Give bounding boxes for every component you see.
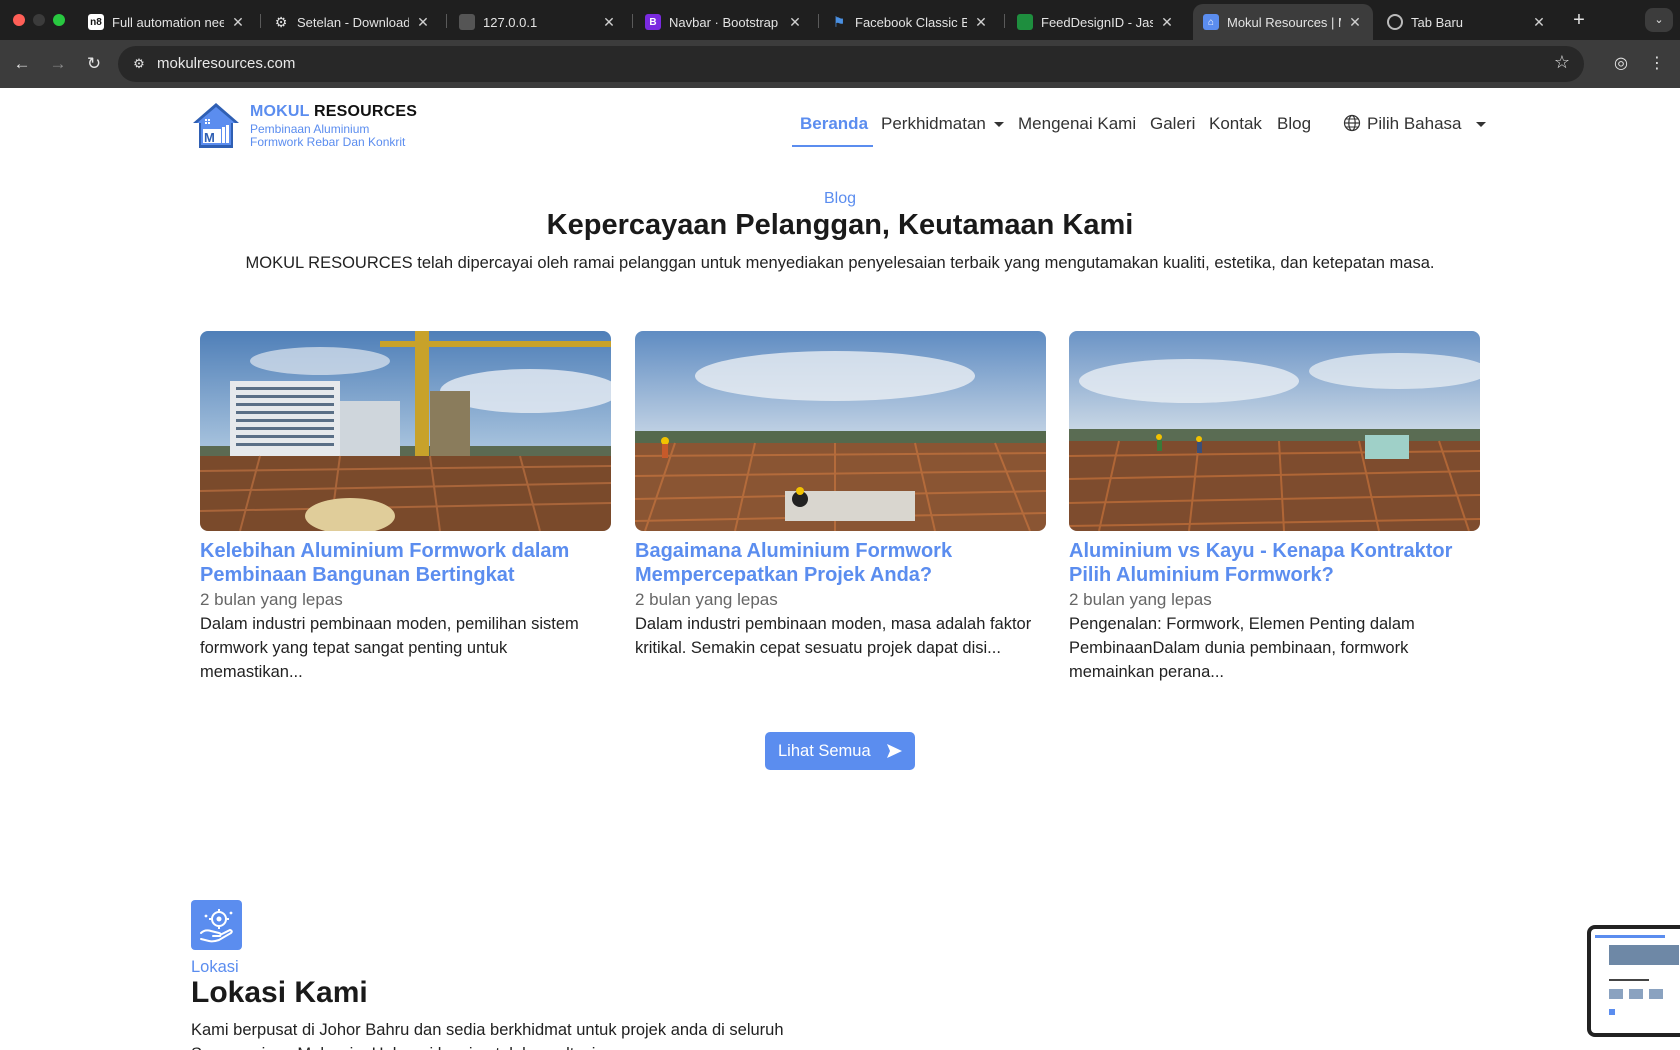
browser-toolbar: ← → ↻ ⚙ mokulresources.com ☆ ◎ ⋮ <box>0 40 1680 88</box>
browser-tab[interactable]: B Navbar · Bootstrap v ✕ <box>635 4 813 40</box>
blog-card[interactable]: Kelebihan Aluminium Formwork dalam Pembi… <box>200 331 611 684</box>
blog-card[interactable]: Bagaimana Aluminium Formwork Mempercepat… <box>635 331 1046 660</box>
blog-card-excerpt: Dalam industri pembinaan moden, pemiliha… <box>200 615 579 681</box>
browser-tab[interactable]: ⚙ Setelan - Download ✕ <box>263 4 441 40</box>
browser-tab[interactable]: n8 Full automation nee ✕ <box>78 4 256 40</box>
bookmark-star-icon[interactable]: ☆ <box>1554 52 1570 73</box>
brand-tagline-line2: Formwork Rebar Dan Konkrit <box>250 135 406 149</box>
browser-tab-active[interactable]: ⌂ Mokul Resources | M ✕ <box>1193 4 1373 40</box>
close-icon[interactable]: ✕ <box>1159 14 1175 31</box>
globe-icon <box>1343 114 1361 132</box>
nav-item-mengenai-kami[interactable]: Mengenai Kami <box>1018 114 1136 134</box>
service-hand-icon <box>191 900 242 950</box>
blog-card-date: 2 bulan yang lepas <box>1069 590 1212 609</box>
browser-tab[interactable]: Tab Baru ✕ <box>1377 4 1557 40</box>
view-all-label: Lihat Semua <box>778 741 871 760</box>
blog-card-excerpt: Pengenalan: Formwork, Elemen Penting dal… <box>1069 615 1415 681</box>
nav-item-blog[interactable]: Blog <box>1277 114 1311 134</box>
tab-title: Mokul Resources | M <box>1227 14 1341 30</box>
brand[interactable]: MOKUL RESOURCES Pembinaan Aluminium Form… <box>250 103 417 149</box>
close-icon[interactable]: ✕ <box>1531 14 1547 31</box>
address-bar[interactable]: ⚙ mokulresources.com ☆ <box>118 46 1584 82</box>
site-settings-icon[interactable]: ⚙ <box>130 55 148 73</box>
blog-card-date: 2 bulan yang lepas <box>200 590 343 609</box>
blog-card-title[interactable]: Kelebihan Aluminium Formwork dalam Pembi… <box>200 539 611 587</box>
bootstrap-icon: B <box>645 14 661 30</box>
nav-active-indicator <box>792 145 873 147</box>
blog-card-title[interactable]: Bagaimana Aluminium Formwork Mempercepat… <box>635 539 1046 587</box>
new-tab-button[interactable]: + <box>1567 8 1591 32</box>
nav-item-galeri[interactable]: Galeri <box>1150 114 1195 134</box>
blog-card-date: 2 bulan yang lepas <box>635 590 778 609</box>
brand-name-accent: MOKUL <box>250 103 310 120</box>
nav-item-perkhidmatan[interactable]: Perkhidmatan <box>881 114 1004 134</box>
tab-title: Full automation nee <box>112 14 224 30</box>
blog-card-title[interactable]: Aluminium vs Kayu - Kenapa Kontraktor Pi… <box>1069 539 1480 587</box>
brand-name-rest: RESOURCES <box>309 103 418 120</box>
mokul-logo-icon[interactable]: M <box>191 101 241 151</box>
close-icon[interactable]: ✕ <box>415 14 431 31</box>
browser-tabstrip: n8 Full automation nee ✕ ⚙ Setelan - Dow… <box>0 0 1680 40</box>
send-arrow-icon <box>887 744 902 758</box>
tab-title: 127.0.0.1 <box>483 14 538 30</box>
browser-menu-icon[interactable]: ⋮ <box>1645 52 1669 76</box>
browser-tab[interactable]: FeedDesignID - Jasa ✕ <box>1007 4 1185 40</box>
doc-icon <box>459 14 475 30</box>
close-icon[interactable]: ✕ <box>1347 14 1363 31</box>
blog-card-excerpt: Dalam industri pembinaan moden, masa ada… <box>635 615 1032 657</box>
browser-tab[interactable]: 127.0.0.1 ✕ <box>449 4 627 40</box>
language-label: Pilih Bahasa <box>1367 114 1462 133</box>
close-icon[interactable]: ✕ <box>601 14 617 31</box>
flag-icon: ⚑ <box>832 13 846 30</box>
nav-item-kontak[interactable]: Kontak <box>1209 114 1262 134</box>
language-selector[interactable]: Pilih Bahasa <box>1343 114 1486 134</box>
nav-item-label: Perkhidmatan <box>881 114 986 133</box>
view-all-button[interactable]: Lihat Semua <box>765 732 915 770</box>
window-zoom-button[interactable] <box>53 14 65 26</box>
page-preview-thumbnail[interactable] <box>1587 925 1680 1037</box>
chevron-down-icon <box>993 122 1004 128</box>
sheet-icon <box>1017 14 1033 30</box>
nav-item-beranda[interactable]: Beranda <box>800 114 868 134</box>
forward-button[interactable]: → <box>46 52 70 76</box>
window-minimize-button[interactable] <box>33 14 45 26</box>
tab-title: Tab Baru <box>1411 14 1464 30</box>
tab-title: Setelan - Download <box>297 14 409 30</box>
url-text: mokulresources.com <box>157 55 296 72</box>
chrome-icon <box>1387 14 1403 30</box>
tab-search-button[interactable]: ⌄ <box>1645 8 1673 32</box>
blog-card[interactable]: Aluminium vs Kayu - Kenapa Kontraktor Pi… <box>1069 331 1480 684</box>
tab-title: FeedDesignID - Jasa <box>1041 14 1153 30</box>
profile-icon[interactable]: ◎ <box>1609 52 1633 76</box>
back-button[interactable]: ← <box>10 52 34 76</box>
svg-text:M: M <box>204 130 215 145</box>
browser-tab[interactable]: ⚑ Facebook Classic Br ✕ <box>821 4 999 40</box>
reload-button[interactable]: ↻ <box>82 52 106 76</box>
blog-card-image[interactable] <box>1069 331 1480 531</box>
close-icon[interactable]: ✕ <box>787 14 803 31</box>
blog-section-title: Kepercayaan Pelanggan, Keutamaan Kami <box>546 209 1134 241</box>
blog-eyebrow: Blog <box>823 190 857 207</box>
mokul-icon: ⌂ <box>1203 14 1219 30</box>
brand-name: MOKUL RESOURCES <box>250 103 417 121</box>
blog-card-image[interactable] <box>200 331 611 531</box>
location-text: Kami berpusat di Johor Bahru dan sedia b… <box>191 1021 784 1050</box>
gear-icon: ⚙ <box>274 13 288 30</box>
blog-section-lead: MOKUL RESOURCES telah dipercayai oleh ra… <box>245 254 1435 272</box>
n8n-icon: n8 <box>88 14 104 30</box>
web-page: M MOKUL RESOURCES Pembinaan Aluminium Fo… <box>0 88 1680 1050</box>
blog-card-image[interactable] <box>635 331 1046 531</box>
tab-title: Navbar · Bootstrap v <box>669 14 781 30</box>
tab-title: Facebook Classic Br <box>855 14 967 30</box>
window-close-button[interactable] <box>13 14 25 26</box>
close-icon[interactable]: ✕ <box>973 14 989 31</box>
chevron-down-icon <box>1475 122 1486 128</box>
location-title: Lokasi Kami <box>191 976 368 1009</box>
site-navbar: M MOKUL RESOURCES Pembinaan Aluminium Fo… <box>0 88 1680 162</box>
close-icon[interactable]: ✕ <box>230 14 246 31</box>
location-eyebrow: Lokasi <box>191 958 239 976</box>
